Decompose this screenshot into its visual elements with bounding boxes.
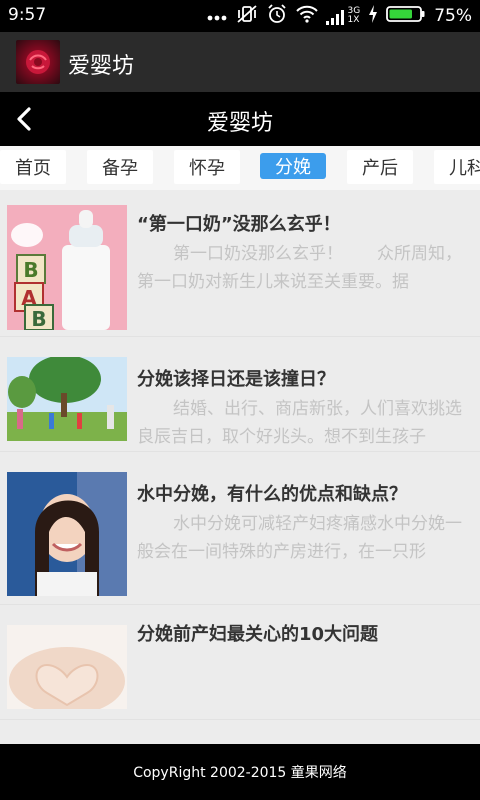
article-thumbnail [7,625,127,709]
tab-pregnancy[interactable]: 怀孕 [174,150,240,184]
article-summary: 结婚、出行、商店新张，人们喜欢挑选良辰吉日，取个好兆头。想不到生孩子 [137,399,462,447]
app-bar: 爱婴坊 [0,32,480,92]
signal-icon: 3G 1X [325,7,360,25]
footer: CopyRight 2002-2015 童果网络 [0,744,480,800]
article-summary: 水中分娩可减轻产妇疼痛感水中分娩一般会在一间特殊的产房进行，在一只形 [137,514,462,562]
status-bar: 9:57 3G 1X 75% [0,0,480,32]
article-title: 水中分娩，有什么的优点和缺点？ [137,484,407,505]
battery-percent: 75% [434,6,472,26]
status-time: 9:57 [8,5,47,25]
tab-childbirth[interactable]: 分娩 [260,153,326,179]
article-thumbnail [7,357,127,441]
wifi-icon [295,5,318,27]
article-title: “第一口奶”没那么玄乎！ [137,214,341,235]
article-title: 分娩该择日还是该撞日？ [137,369,335,390]
svg-text:B: B [31,307,46,330]
list-item[interactable]: B A B “第一口奶”没那么玄乎！ 第一口奶没那么玄乎！ 众所周知，第一口奶对… [0,190,480,337]
article-thumbnail [7,472,127,596]
charging-icon [368,5,378,27]
article-title: 分娩前产妇最关心的10大问题 [137,624,379,645]
network-sub-label: 1X [347,15,360,25]
tab-preconception[interactable]: 备孕 [87,150,153,184]
vibrate-off-icon [236,3,258,29]
more-dots-icon [206,7,228,26]
alarm-icon [266,3,288,29]
page-title: 爱婴坊 [206,111,273,136]
list-item[interactable]: 分娩该择日还是该撞日？ 结婚、出行、商店新张，人们喜欢挑选良辰吉日，取个好兆头。… [0,337,480,452]
article-thumbnail: B A B [7,205,127,330]
tab-home[interactable]: 首页 [0,150,66,184]
battery-icon [386,5,426,27]
status-icons: 3G 1X 75% [206,3,472,29]
article-summary: 第一口奶没那么玄乎！ 众所周知，第一口奶对新生儿来说至关重要。据 [137,244,462,292]
app-logo [16,40,60,84]
category-tabs: 首页 备孕 怀孕 分娩 产后 儿科 [0,146,480,190]
article-list: B A B “第一口奶”没那么玄乎！ 第一口奶没那么玄乎！ 众所周知，第一口奶对… [0,190,480,744]
tab-pediatrics[interactable]: 儿科 [434,150,480,184]
list-item[interactable]: 水中分娩，有什么的优点和缺点？ 水中分娩可减轻产妇疼痛感水中分娩一般会在一间特殊… [0,452,480,605]
svg-text:B: B [23,258,38,282]
list-item[interactable]: 分娩前产妇最关心的10大问题 [0,605,480,720]
tab-postpartum[interactable]: 产后 [347,150,413,184]
nav-bar: 爱婴坊 [0,92,480,146]
app-title: 爱婴坊 [68,54,135,79]
